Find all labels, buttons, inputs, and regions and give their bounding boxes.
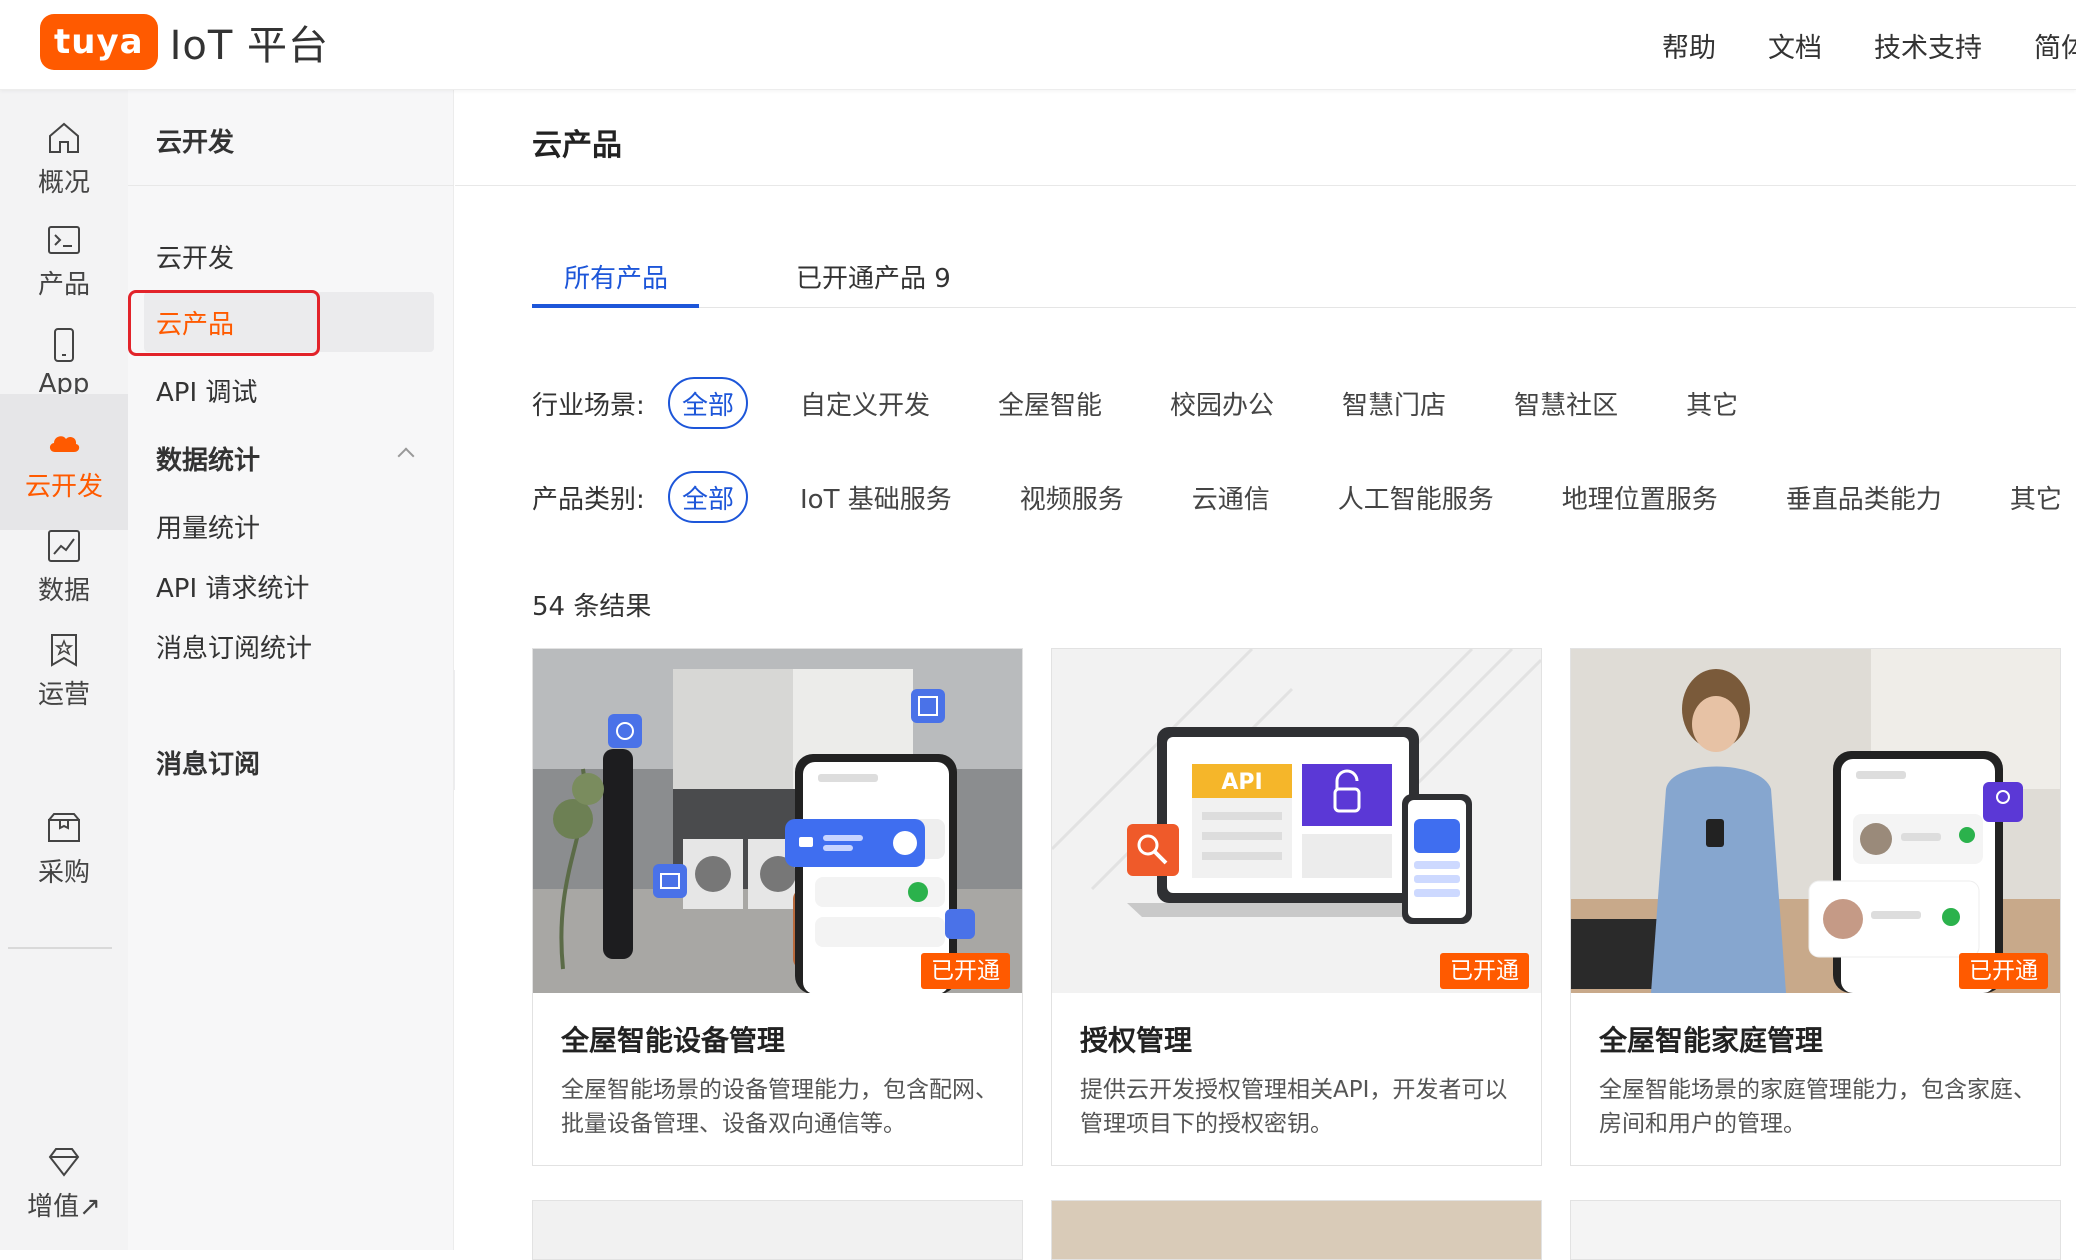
chevron-up-icon[interactable] [397, 447, 415, 465]
sidebar-item-cloud-dev[interactable]: 云开发 [156, 238, 234, 275]
industry-filter: 行业场景: 全部 自定义开发 全屋智能 校园办公 智慧门店 智慧社区 其它 [532, 376, 1738, 430]
api-label: API [1221, 770, 1262, 795]
logo-badge: tuya [40, 14, 158, 70]
category-chip[interactable]: 地理位置服务 [1562, 471, 1718, 523]
secondary-sidebar: 云开发 云开发 云产品 API 调试 数据统计 用量统计 API 请求统计 消息… [128, 90, 454, 1250]
product-card-partial[interactable] [1051, 1200, 1542, 1260]
sidebar-item-cloud-products[interactable]: 云产品 [156, 304, 234, 341]
product-card[interactable]: 已开通 全屋智能设备管理 全屋智能场景的设备管理能力，包含配网、批量设备管理、设… [532, 648, 1023, 1166]
home-icon [49, 122, 79, 153]
sidebar-item-message-sub-stats[interactable]: 消息订阅统计 [156, 628, 312, 665]
rail-label: 云开发 [24, 471, 103, 502]
page-title: 云产品 [532, 128, 622, 163]
card-description: 全屋智能场景的家庭管理能力，包含家庭、房间和用户的管理。 [1599, 1077, 2036, 1137]
rail-item-operations[interactable]: 运营 [0, 602, 128, 738]
divider [128, 185, 454, 186]
card-title: 全屋智能家庭管理 [1599, 1024, 1824, 1057]
chart-icon [48, 529, 80, 562]
category-chip[interactable]: 云通信 [1192, 471, 1270, 523]
sidebar-item-api-request-stats[interactable]: API 请求统计 [156, 568, 309, 605]
industry-chip[interactable]: 全屋智能 [998, 377, 1102, 429]
result-count: 54 条结果 [532, 592, 652, 622]
card-illustration [533, 649, 1022, 993]
nav-help[interactable]: 帮助 [1662, 26, 1716, 65]
sidebar-item-api-debug[interactable]: API 调试 [156, 372, 257, 409]
diamond-icon [48, 1147, 80, 1177]
activated-badge: 已开通 [1440, 953, 1529, 989]
card-illustration [1571, 649, 2060, 993]
tuya-logo[interactable]: tuya IoT 平台 [40, 14, 329, 70]
card-description: 全屋智能场景的设备管理能力，包含配网、批量设备管理、设备双向通信等。 [561, 1077, 998, 1137]
category-filter: 产品类别: 全部 IoT 基础服务 视频服务 云通信 人工智能服务 地理位置服务… [532, 470, 2062, 524]
industry-chip[interactable]: 校园办公 [1170, 377, 1274, 429]
rail-divider [8, 947, 112, 949]
divider [455, 185, 2076, 186]
rail-item-purchase[interactable]: 采购 [0, 780, 128, 916]
category-chip[interactable]: 人工智能服务 [1338, 471, 1494, 523]
nav-tech-support[interactable]: 技术支持 [1874, 26, 1982, 65]
industry-chip[interactable]: 智慧门店 [1342, 377, 1446, 429]
industry-chip[interactable]: 其它 [1686, 377, 1738, 429]
activated-badge: 已开通 [1959, 953, 2048, 989]
category-chip[interactable]: 视频服务 [1020, 471, 1124, 523]
industry-chip[interactable]: 智慧社区 [1514, 377, 1618, 429]
category-chip[interactable]: 垂直品类能力 [1786, 471, 1942, 523]
tab-activated-products[interactable]: 已开通产品 9 [796, 258, 951, 295]
activated-badge: 已开通 [921, 953, 1010, 989]
terminal-icon [48, 225, 80, 254]
product-card-partial[interactable] [1570, 1200, 2061, 1260]
cloud-icon [49, 435, 80, 452]
rail-label: 增值↗ [27, 1191, 101, 1222]
bookmark-star-icon [51, 633, 77, 667]
sidebar-item-usage-stats[interactable]: 用量统计 [156, 508, 260, 545]
card-title: 全屋智能设备管理 [561, 1024, 786, 1057]
card-illustration: API [1052, 649, 1541, 993]
main-content: 云产品 所有产品 已开通产品 9 行业场景: 全部 自定义开发 全屋智能 校园办… [455, 90, 2076, 1260]
sidebar-title: 云开发 [156, 128, 235, 158]
industry-chip-all[interactable]: 全部 [668, 377, 748, 429]
sidebar-group-data-stats[interactable]: 数据统计 [156, 440, 260, 477]
sidebar-item-message-subscription[interactable]: 消息订阅 [156, 744, 260, 781]
icon-rail: 概况 产品 App 云开发 数据 运营 采购 增值↗ [0, 90, 128, 1250]
category-chip-all[interactable]: 全部 [668, 471, 748, 523]
industry-chip[interactable]: 自定义开发 [800, 377, 930, 429]
category-chip[interactable]: IoT 基础服务 [800, 471, 952, 523]
product-tabs: 所有产品 已开通产品 9 [532, 258, 2076, 308]
rail-label: 采购 [37, 857, 90, 888]
rail-label: 数据 [37, 575, 90, 606]
logo-text: IoT 平台 [169, 23, 329, 69]
nav-language[interactable]: 简体中文 [2034, 26, 2076, 65]
top-nav: 帮助 文档 技术支持 简体中文 [1662, 26, 2076, 65]
category-chip[interactable]: 其它 [2010, 471, 2062, 523]
rail-label: 运营 [37, 679, 90, 710]
tab-active-indicator [532, 304, 699, 308]
card-title: 授权管理 [1080, 1024, 1193, 1057]
phone-icon [54, 328, 74, 362]
tab-all-products[interactable]: 所有产品 [564, 258, 668, 295]
rail-item-value-added[interactable]: 增值↗ [0, 1114, 128, 1250]
top-header: tuya IoT 平台 帮助 文档 技术支持 简体中文 [0, 0, 2076, 90]
product-card[interactable]: API 已开通 授权管理 提供云开发授权管理相关API，开发者可以管理项目下的授… [1051, 648, 1542, 1166]
card-description: 提供云开发授权管理相关API，开发者可以管理项目下的授权密钥。 [1080, 1077, 1508, 1137]
nav-docs[interactable]: 文档 [1768, 26, 1822, 65]
product-card-partial[interactable] [532, 1200, 1023, 1260]
box-icon [48, 812, 80, 842]
product-card[interactable]: 已开通 全屋智能家庭管理 全屋智能场景的家庭管理能力，包含家庭、房间和用户的管理… [1570, 648, 2061, 1166]
